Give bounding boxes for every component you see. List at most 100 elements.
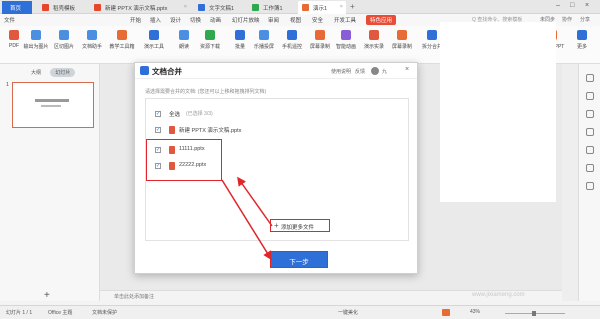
toolbar-button[interactable]: 更多 xyxy=(568,30,596,50)
zoom-slider-handle[interactable] xyxy=(532,311,536,316)
tab-home[interactable]: 首页 xyxy=(2,1,32,14)
help-link[interactable]: 使用说明 xyxy=(331,68,351,75)
toolbar-button[interactable]: 输出为图片 xyxy=(22,30,50,50)
tab-label: 稻壳模板 xyxy=(53,6,76,12)
play-slideshow-icon[interactable] xyxy=(442,309,450,316)
tool-icon xyxy=(315,30,325,40)
file-checkbox[interactable]: ✓ xyxy=(155,127,161,133)
add-more-files-button[interactable]: + 添加更多文件 xyxy=(270,219,330,232)
toolbar-button[interactable]: 资源下载 xyxy=(196,30,224,50)
toolbar-button[interactable]: 屏幕录制 xyxy=(306,30,334,50)
toolbar-button[interactable]: 演示实录 xyxy=(360,30,388,50)
tool-icon xyxy=(287,30,297,40)
user-name[interactable]: 九 xyxy=(382,68,387,75)
sidebar-tool-icon[interactable] xyxy=(586,128,594,136)
tool-icon xyxy=(397,30,407,40)
tool-icon xyxy=(179,30,189,40)
toolbar-button[interactable]: 演示工具 xyxy=(140,30,168,50)
menu-insert[interactable]: 插入 xyxy=(150,16,161,24)
next-step-button[interactable]: 下一步 xyxy=(270,251,328,268)
window-close-icon[interactable]: × xyxy=(585,2,589,9)
menu-slideshow[interactable]: 幻灯片放映 xyxy=(232,16,260,24)
select-all-checkbox[interactable]: ✓ xyxy=(155,111,161,117)
tool-label: 演示工具 xyxy=(143,44,164,50)
new-tab-icon[interactable]: + xyxy=(350,2,355,11)
plus-icon: + xyxy=(274,221,279,230)
tab-new-pptx[interactable]: 新建 PPTX 演示文稿.pptx × xyxy=(90,1,190,14)
feedback-link[interactable]: 反馈 xyxy=(355,68,365,75)
tool-icon xyxy=(9,30,19,40)
tool-label: 资源下载 xyxy=(199,44,220,50)
slide-thumbnail[interactable] xyxy=(12,82,94,128)
slide-edit-area[interactable] xyxy=(440,22,556,202)
tool-label: 朗读 xyxy=(178,44,189,50)
menu-design[interactable]: 设计 xyxy=(170,16,181,24)
avatar[interactable] xyxy=(371,67,379,75)
menu-transition[interactable]: 切换 xyxy=(190,16,201,24)
menu-file[interactable]: 文件 xyxy=(4,16,15,24)
tool-icon xyxy=(577,30,587,40)
toolbar-button[interactable]: 屏幕录制 xyxy=(388,30,416,50)
sidebar-tool-icon[interactable] xyxy=(586,92,594,100)
sidebar-tool-icon[interactable] xyxy=(586,164,594,172)
tool-label: 智能动画 xyxy=(335,44,356,50)
slide-panel: 大纲 幻灯片 1 + xyxy=(0,64,100,301)
close-icon[interactable]: × xyxy=(340,4,343,10)
add-slide-icon[interactable]: + xyxy=(44,290,50,301)
file-name: 新建 PPTX 演示文稿.pptx xyxy=(179,128,242,134)
toolbar-button[interactable]: 智能动画 xyxy=(332,30,360,50)
tool-label: 手机遥控 xyxy=(281,44,302,50)
minimize-icon[interactable]: – xyxy=(556,2,560,9)
close-icon[interactable]: × xyxy=(184,4,187,10)
list-item[interactable]: ✓ 新建 PPTX 演示文稿.pptx xyxy=(146,123,408,137)
sidebar-tool-icon[interactable] xyxy=(586,146,594,154)
close-icon[interactable]: × xyxy=(405,66,409,73)
tool-icon xyxy=(31,30,41,40)
share-button[interactable]: 分享 xyxy=(580,16,590,23)
menu-view[interactable]: 视图 xyxy=(290,16,301,24)
dialog-hint: 请选择需要合并的文档: (您还可以上移和拖拽排列文档) xyxy=(145,89,267,95)
sidebar-tool-icon[interactable] xyxy=(586,110,594,118)
toolbar-button[interactable]: 文档助手 xyxy=(78,30,106,50)
tool-icon xyxy=(259,30,269,40)
sidebar-tool-icon[interactable] xyxy=(586,74,594,82)
right-sidebar xyxy=(578,64,600,301)
maximize-icon[interactable]: □ xyxy=(570,2,574,9)
spreadsheet-icon xyxy=(252,4,259,11)
pptx-file-icon xyxy=(169,126,175,134)
menu-review[interactable]: 审阅 xyxy=(268,16,279,24)
tab-workbook[interactable]: 工作簿1 xyxy=(248,1,294,14)
tool-icon xyxy=(149,30,159,40)
dialog-title: 文档合并 xyxy=(152,67,182,76)
zoom-level[interactable]: 43% xyxy=(470,309,480,315)
notes-placeholder: 单击此处添加备注 xyxy=(114,294,155,300)
menu-home[interactable]: 开始 xyxy=(130,16,141,24)
panel-tabs: 大纲 幻灯片 xyxy=(26,68,78,77)
tab-presentation[interactable]: 演示1 × xyxy=(298,1,346,14)
tab-label: 新建 PPTX 演示文稿.pptx xyxy=(105,6,168,12)
tab-writer-doc[interactable]: 文字文稿1 xyxy=(194,1,244,14)
menu-special-apps[interactable]: 特色应用 xyxy=(366,15,397,25)
toolbar-button[interactable]: 手机遥控 xyxy=(278,30,306,50)
tab-label: 工作簿1 xyxy=(263,6,283,12)
menu-developer[interactable]: 开发工具 xyxy=(334,16,356,24)
doc-protection-status[interactable]: 文档未保护 xyxy=(92,309,117,316)
tab-label: 演示1 xyxy=(313,6,328,12)
select-all-row[interactable]: ✓ 全选 (已选择 3/3) xyxy=(146,107,408,121)
tab-outline[interactable]: 大纲 xyxy=(26,68,46,77)
collab-button[interactable]: 协作 xyxy=(562,16,572,23)
status-bar: 幻灯片 1 / 1 Office 主题 文档未保护 一键美化 43% xyxy=(0,305,600,319)
tab-slides[interactable]: 幻灯片 xyxy=(50,68,76,77)
toolbar-button[interactable]: 乐播投屏 xyxy=(250,30,278,50)
toolbar-button[interactable]: 区切图片 xyxy=(50,30,78,50)
vertical-scrollbar[interactable] xyxy=(562,64,578,301)
sidebar-tool-icon[interactable] xyxy=(586,182,594,190)
toolbar-button[interactable]: 朗读 xyxy=(170,30,198,50)
menu-animation[interactable]: 动画 xyxy=(210,16,221,24)
tool-label: 更多 xyxy=(576,44,587,50)
menu-security[interactable]: 安全 xyxy=(312,16,323,24)
tab-docer-templates[interactable]: 稻壳模板 xyxy=(38,1,86,14)
toolbar-button[interactable]: 教学工具箱 xyxy=(108,30,136,50)
add-more-label: 添加更多文件 xyxy=(281,225,315,231)
beautify-button[interactable]: 一键美化 xyxy=(338,309,358,316)
